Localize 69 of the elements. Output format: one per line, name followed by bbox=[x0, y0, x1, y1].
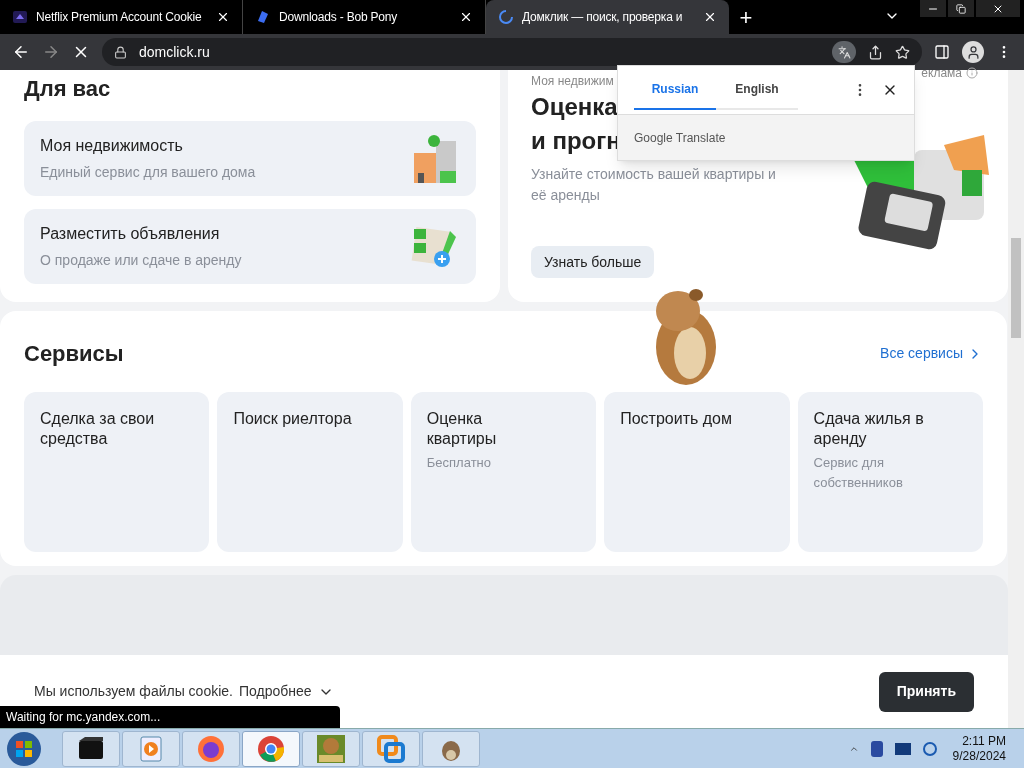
ad-label: еклама bbox=[921, 65, 962, 82]
close-tab-icon[interactable] bbox=[703, 10, 717, 24]
close-tab-icon[interactable] bbox=[459, 10, 473, 24]
tab-favicon-icon bbox=[12, 9, 28, 25]
profile-icon[interactable] bbox=[962, 41, 984, 63]
card-title: Разместить объявления bbox=[40, 224, 221, 244]
minimize-icon[interactable] bbox=[920, 0, 946, 17]
tab-title: Домклик — поиск, проверка и bbox=[522, 9, 684, 26]
taskbar-media-icon bbox=[137, 734, 165, 763]
tile-title: Поиск риелтора bbox=[233, 409, 353, 429]
new-tab-button[interactable]: + bbox=[729, 0, 763, 34]
tile-title: Сдача жилья в аренду bbox=[813, 409, 925, 449]
share-icon[interactable] bbox=[868, 44, 883, 60]
language-tab[interactable]: Russian bbox=[634, 70, 716, 110]
close-tab-icon[interactable] bbox=[216, 10, 230, 24]
bookmark-star-icon[interactable] bbox=[895, 44, 910, 60]
taskbar-game-icon bbox=[315, 732, 347, 765]
service-card[interactable]: Моя недвижимость Единый сервис для вашего дома bbox=[24, 121, 476, 196]
tile-subtitle: Бесплатно bbox=[426, 454, 492, 472]
taskbar-firefox-icon bbox=[196, 733, 226, 764]
translate-footer: Google Translate bbox=[634, 128, 726, 147]
promo-eyebrow: Моя недвижим bbox=[531, 73, 614, 90]
language-tab[interactable]: English bbox=[716, 70, 798, 110]
accept-button[interactable]: Принять bbox=[878, 671, 974, 712]
info-icon[interactable] bbox=[966, 67, 978, 79]
service-card[interactable]: Разместить объявления О продаже или сдаче в аренду bbox=[24, 209, 476, 284]
tray-status-icon[interactable] bbox=[922, 741, 937, 756]
service-tile[interactable]: Сдача жилья в аренду Сервис для собственников bbox=[797, 392, 983, 552]
tab-title: Netflix Premium Account Cookie bbox=[36, 9, 203, 26]
service-tile[interactable]: Оценка квартиры Бесплатно bbox=[410, 392, 597, 552]
tray-app-icon[interactable] bbox=[870, 740, 883, 757]
back-icon[interactable] bbox=[12, 43, 30, 61]
tile-subtitle: Сервис для собственников bbox=[813, 454, 904, 492]
restore-icon[interactable] bbox=[948, 0, 974, 17]
lock-icon bbox=[114, 45, 127, 59]
service-tile[interactable]: Поиск риелтора bbox=[217, 392, 403, 552]
url-text: domclick.ru bbox=[139, 42, 211, 62]
service-tile[interactable]: Построить дом bbox=[604, 392, 790, 552]
learn-more-button[interactable]: Узнать больше bbox=[531, 246, 655, 278]
promo-title: Оценка bbox=[531, 92, 618, 122]
address-bar[interactable]: domclick.ru bbox=[102, 38, 922, 66]
card-subtitle: Единый сервис для вашего дома bbox=[40, 163, 257, 182]
tab-favicon-icon bbox=[255, 9, 271, 25]
promo-text: Узнайте стоимость вашей квартиры и её аренды bbox=[531, 165, 777, 205]
clock-date: 9/28/2024 bbox=[952, 748, 1006, 764]
card-subtitle: О продаже или сдаче в аренду bbox=[40, 251, 243, 270]
section-title: Сервисы bbox=[24, 340, 124, 368]
tile-title: Построить дом bbox=[620, 409, 733, 429]
side-panel-icon[interactable] bbox=[934, 44, 950, 60]
cookie-more-link[interactable]: Подробнее bbox=[238, 681, 334, 702]
service-tile[interactable]: Сделка за свои средства bbox=[24, 392, 210, 552]
translate-icon[interactable] bbox=[832, 41, 856, 63]
forward-icon[interactable] bbox=[42, 43, 60, 61]
all-services-link[interactable]: Все сервисы bbox=[880, 343, 983, 364]
taskbar-chrome-icon bbox=[256, 733, 286, 764]
monitor-icon[interactable] bbox=[894, 742, 911, 755]
browser-tab[interactable]: Домклик — поиск, проверка и bbox=[486, 0, 729, 34]
section-title: Для вас bbox=[24, 75, 112, 103]
tile-title: Сделка за свои средства bbox=[40, 409, 156, 449]
cookie-text: Мы используем файлы cookie. bbox=[34, 682, 233, 701]
clock-time: 2:11 PM bbox=[962, 733, 1006, 749]
taskbar-app-button[interactable] bbox=[62, 730, 120, 767]
loading-spinner-icon bbox=[498, 9, 514, 25]
tab-title: Downloads - Bob Pony bbox=[279, 9, 399, 26]
taskbar-vm-icon bbox=[376, 733, 406, 764]
status-bubble: Waiting for mc.yandex.com... bbox=[0, 706, 340, 728]
tile-title: Оценка квартиры bbox=[426, 409, 498, 449]
card-title: Моя недвижимость bbox=[40, 136, 184, 156]
start-button[interactable] bbox=[4, 730, 44, 767]
